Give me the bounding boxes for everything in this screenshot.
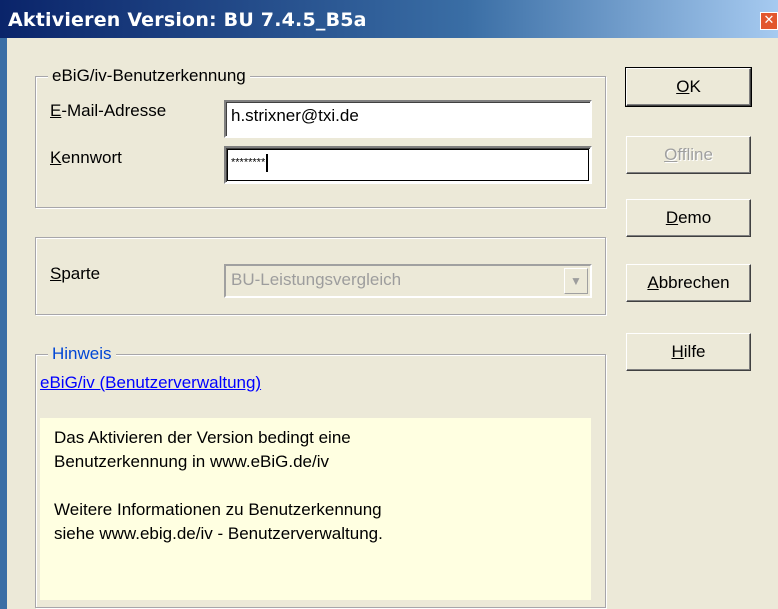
email-label-text: -Mail-Adresse [61,101,167,120]
password-label: Kennwort [50,148,122,167]
benutzerverwaltung-link[interactable]: eBiG/iv (Benutzerverwaltung) [40,373,261,393]
window-title: Aktivieren Version: BU 7.4.5_B5a [8,9,367,31]
hinweis-note: Das Aktivieren der Version bedingt eine … [40,418,591,600]
cancel-button[interactable]: Abbrechen [626,264,751,302]
close-icon[interactable]: ✕ [760,12,778,30]
note-line-3: Weitere Informationen zu Benutzerkennung [54,500,382,519]
offline-button[interactable]: Offline [626,136,751,174]
note-line-4: siehe www.ebig.de/iv - Benutzerverwaltun… [54,524,383,543]
credentials-legend: eBiG/iv-Benutzerkennung [48,66,250,86]
title-bar: Aktivieren Version: BU 7.4.5_B5a ✕ [0,0,778,38]
password-value: ******** [231,156,266,169]
hinweis-legend: Hinweis [48,344,116,364]
sparte-value: BU-Leistungsvergleich [231,270,402,289]
email-label: E-Mail-Adresse [50,101,167,120]
chevron-down-icon[interactable]: ▼ [564,268,588,294]
ok-button[interactable]: OK [625,67,752,107]
note-line-1: Das Aktivieren der Version bedingt eine [54,428,351,447]
text-caret [266,153,269,172]
help-button[interactable]: Hilfe [626,333,751,371]
window-left-border [0,38,7,609]
sparte-select[interactable]: BU-Leistungsvergleich ▼ [224,264,592,298]
credentials-group: eBiG/iv-Benutzerkennung [35,66,606,208]
email-field[interactable]: h.strixner@txi.de [224,100,592,138]
note-line-2: Benutzerkennung in www.eBiG.de/iv [54,452,329,471]
password-field[interactable]: ******** [224,146,592,184]
sparte-label: Sparte [50,264,101,283]
email-value: h.strixner@txi.de [231,106,359,125]
demo-button[interactable]: Demo [626,199,751,237]
